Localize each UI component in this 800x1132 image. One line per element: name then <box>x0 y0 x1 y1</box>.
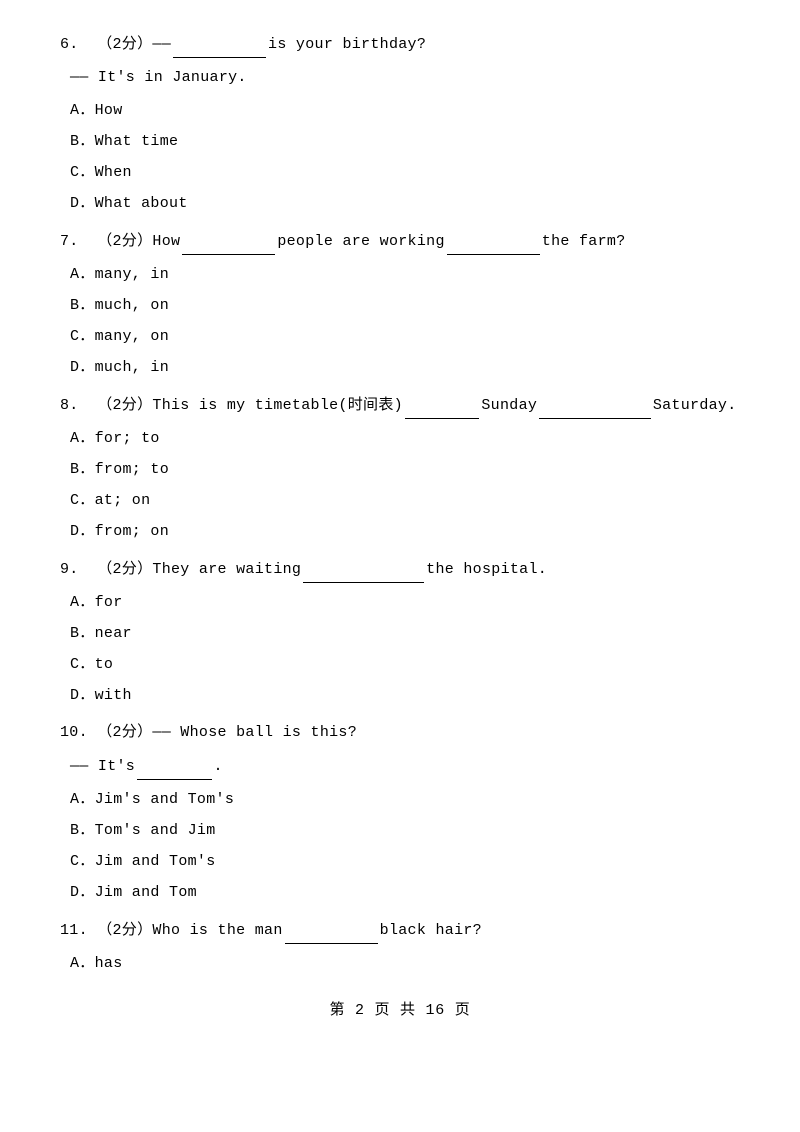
option-7-a: A．many, in <box>60 261 740 288</box>
option-8-a: A．for; to <box>60 425 740 452</box>
option-8-d: D．from; on <box>60 518 740 545</box>
option-6-b: B．What time <box>60 128 740 155</box>
option-10-c: C．Jim and Tom's <box>60 848 740 875</box>
question-11-text: 11. （2分）Who is the man black hair? <box>60 916 740 944</box>
question-10: 10. （2分）—— Whose ball is this? —— It's .… <box>60 719 740 906</box>
question-8-text: 8. （2分）This is my timetable(时间表) Sunday … <box>60 391 740 419</box>
blank-6 <box>173 30 266 58</box>
option-8-c: C．at; on <box>60 487 740 514</box>
question-10-answer: —— It's . <box>60 752 740 780</box>
page-footer: 第 2 页 共 16 页 <box>60 997 740 1024</box>
option-7-b: B．much, on <box>60 292 740 319</box>
option-10-b: B．Tom's and Jim <box>60 817 740 844</box>
blank-7a <box>182 227 275 255</box>
blank-11 <box>285 916 378 944</box>
option-9-a: A．for <box>60 589 740 616</box>
question-9: 9. （2分）They are waiting the hospital. A．… <box>60 555 740 709</box>
page-number: 第 2 页 共 16 页 <box>329 1002 470 1019</box>
question-6-text: 6. （2分）—— is your birthday? <box>60 30 740 58</box>
blank-8b <box>539 391 651 419</box>
option-11-a: A．has <box>60 950 740 977</box>
option-8-b: B．from; to <box>60 456 740 483</box>
blank-9 <box>303 555 424 583</box>
question-9-text: 9. （2分）They are waiting the hospital. <box>60 555 740 583</box>
option-6-a: A．How <box>60 97 740 124</box>
blank-8a <box>405 391 479 419</box>
blank-7b <box>447 227 540 255</box>
option-9-b: B．near <box>60 620 740 647</box>
question-11: 11. （2分）Who is the man black hair? A．has <box>60 916 740 977</box>
blank-10 <box>137 752 211 780</box>
question-10-text: 10. （2分）—— Whose ball is this? <box>60 719 740 746</box>
question-6: 6. （2分）—— is your birthday? —— It's in J… <box>60 30 740 217</box>
option-10-d: D．Jim and Tom <box>60 879 740 906</box>
option-6-d: D．What about <box>60 190 740 217</box>
option-7-d: D．much, in <box>60 354 740 381</box>
option-10-a: A．Jim's and Tom's <box>60 786 740 813</box>
question-8: 8. （2分）This is my timetable(时间表) Sunday … <box>60 391 740 545</box>
question-6-answer: —— It's in January. <box>60 64 740 91</box>
option-6-c: C．When <box>60 159 740 186</box>
option-9-d: D．with <box>60 682 740 709</box>
question-7-text: 7. （2分）How people are working the farm? <box>60 227 740 255</box>
option-9-c: C．to <box>60 651 740 678</box>
option-7-c: C．many, on <box>60 323 740 350</box>
question-7: 7. （2分）How people are working the farm? … <box>60 227 740 381</box>
